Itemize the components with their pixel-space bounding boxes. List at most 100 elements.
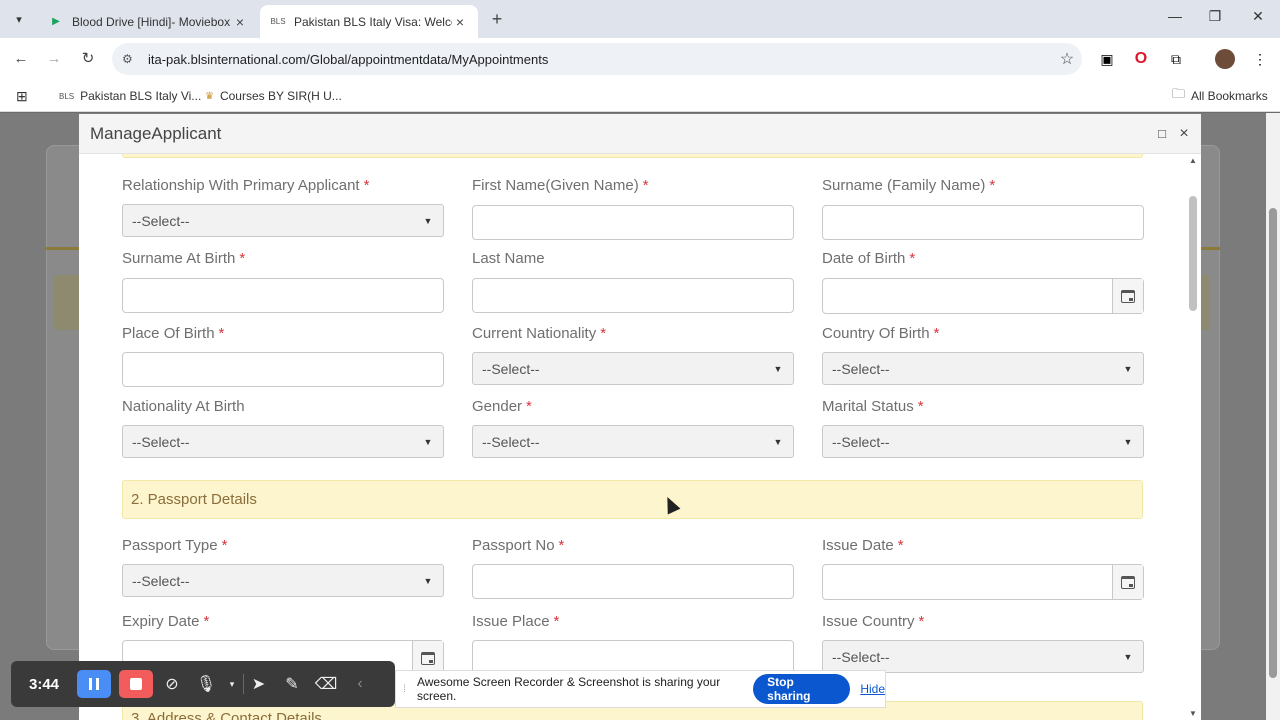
chevron-down-icon: ▼ bbox=[1123, 651, 1133, 662]
first-name-input[interactable] bbox=[472, 205, 794, 240]
modal-body: Relationship With Primary Applicant * Fir… bbox=[79, 154, 1179, 720]
nationality-birth-select[interactable]: --Select-- ▼ bbox=[122, 425, 444, 458]
stop-sharing-button[interactable]: Stop sharing bbox=[753, 674, 851, 704]
modal-scrollbar[interactable]: ▲ ▼ bbox=[1185, 154, 1201, 720]
bookmark-label: Pakistan BLS Italy Vi... bbox=[80, 89, 202, 103]
relationship-select[interactable]: --Select-- ▼ bbox=[122, 204, 444, 237]
passport-no-label: Passport No * bbox=[472, 537, 565, 554]
menu-kebab-icon[interactable]: ⋮ bbox=[1249, 48, 1271, 70]
bookmark-bls[interactable]: BLS Pakistan BLS Italy Vi... bbox=[59, 86, 201, 106]
surname-input[interactable] bbox=[822, 205, 1144, 240]
hide-link[interactable]: Hide bbox=[860, 682, 885, 696]
place-birth-label: Place Of Birth * bbox=[122, 325, 225, 342]
tab-bar: ▾ ▶ Blood Drive [Hindi]- Moviebox × BLS … bbox=[0, 0, 1280, 38]
pen-icon[interactable]: ✎ bbox=[277, 674, 307, 694]
mic-dropdown-icon[interactable]: ▾ bbox=[225, 679, 239, 690]
gender-select[interactable]: --Select-- ▼ bbox=[472, 425, 794, 458]
marital-label: Marital Status * bbox=[822, 398, 924, 415]
stop-button[interactable] bbox=[119, 670, 153, 698]
tab-search-chevron-icon[interactable]: ▾ bbox=[6, 6, 32, 32]
gender-label: Gender * bbox=[472, 398, 532, 415]
bls-favicon: BLS bbox=[270, 17, 286, 26]
recording-timer: 3:44 bbox=[28, 675, 60, 693]
calendar-icon[interactable] bbox=[1112, 565, 1143, 599]
play-icon: ▶ bbox=[52, 16, 60, 27]
tab-bls[interactable]: BLS Pakistan BLS Italy Visa: Welcom × bbox=[260, 5, 478, 38]
close-modal-icon[interactable]: × bbox=[1173, 125, 1195, 143]
page-scrollbar-thumb[interactable] bbox=[1269, 208, 1277, 678]
modal-header: ManageApplicant □ × bbox=[79, 114, 1201, 154]
stop-icon bbox=[130, 678, 142, 690]
address-bar[interactable]: ⚙ ita-pak.blsinternational.com/Global/ap… bbox=[112, 43, 1082, 75]
issue-date-input[interactable] bbox=[822, 564, 1144, 600]
modal-title: ManageApplicant bbox=[90, 123, 222, 143]
issue-date-label: Issue Date * bbox=[822, 537, 904, 554]
restore-icon[interactable]: ❐ bbox=[1200, 8, 1230, 25]
scroll-down-icon[interactable]: ▼ bbox=[1189, 709, 1197, 718]
eraser-icon[interactable]: ⌫ bbox=[311, 674, 341, 694]
passport-type-select[interactable]: --Select-- ▼ bbox=[122, 564, 444, 597]
close-tab-icon[interactable]: × bbox=[232, 14, 248, 30]
place-birth-input[interactable] bbox=[122, 352, 444, 387]
passport-no-input[interactable] bbox=[472, 564, 794, 599]
expiry-date-label: Expiry Date * bbox=[122, 613, 210, 630]
bookmark-star-icon[interactable]: ☆ bbox=[1052, 49, 1082, 69]
nationality-birth-label: Nationality At Birth bbox=[122, 398, 245, 415]
passport-type-label: Passport Type * bbox=[122, 537, 228, 554]
modal-scrollbar-thumb[interactable] bbox=[1189, 196, 1197, 311]
chevron-down-icon: ▼ bbox=[423, 436, 433, 447]
back-icon[interactable]: ← bbox=[10, 48, 32, 70]
apps-grid-icon[interactable]: ⊞ bbox=[16, 86, 28, 106]
forward-icon[interactable]: → bbox=[43, 48, 65, 70]
tab-title: Blood Drive [Hindi]- Moviebox bbox=[72, 14, 231, 29]
reload-icon[interactable]: ↻ bbox=[77, 48, 99, 70]
maximize-icon[interactable]: □ bbox=[1151, 126, 1173, 141]
minimize-icon[interactable]: — bbox=[1160, 8, 1190, 24]
url-text[interactable]: ita-pak.blsinternational.com/Global/appo… bbox=[148, 52, 1052, 67]
camera-off-icon[interactable]: ⊘ bbox=[157, 674, 187, 694]
chevron-down-icon: ▼ bbox=[423, 575, 433, 586]
bookmarks-bar: ⊞ BLS Pakistan BLS Italy Vi... ♛ Courses… bbox=[0, 80, 1280, 112]
drag-handle-icon[interactable]: ⁞ bbox=[396, 684, 413, 695]
dob-input[interactable] bbox=[822, 278, 1144, 314]
browser-toolbar: ← → ↻ ⚙ ita-pak.blsinternational.com/Glo… bbox=[0, 38, 1280, 80]
calendar-icon[interactable] bbox=[1112, 279, 1143, 313]
page-scrollbar[interactable] bbox=[1266, 113, 1280, 720]
puzzle-icon[interactable]: ⧉ bbox=[1165, 48, 1187, 70]
close-tab-icon[interactable]: × bbox=[452, 14, 468, 30]
marital-select[interactable]: --Select-- ▼ bbox=[822, 425, 1144, 458]
avatar[interactable] bbox=[1214, 48, 1236, 70]
pause-button[interactable] bbox=[77, 670, 111, 698]
collapse-chevron-icon[interactable]: ‹ bbox=[345, 675, 375, 693]
last-name-input[interactable] bbox=[472, 278, 794, 313]
issue-country-select[interactable]: --Select-- ▼ bbox=[822, 640, 1144, 673]
pause-icon bbox=[89, 678, 99, 690]
tab-title: Pakistan BLS Italy Visa: Welcom bbox=[294, 14, 452, 29]
chevron-down-icon: ▼ bbox=[1123, 436, 1133, 447]
screen-share-bar: ⁞ Awesome Screen Recorder & Screenshot i… bbox=[395, 670, 886, 708]
chevron-down-icon: ▼ bbox=[423, 215, 433, 226]
country-birth-select[interactable]: --Select-- ▼ bbox=[822, 352, 1144, 385]
country-birth-label: Country Of Birth * bbox=[822, 325, 940, 342]
close-window-icon[interactable]: ✕ bbox=[1243, 8, 1273, 25]
all-bookmarks-label: All Bookmarks bbox=[1191, 89, 1268, 103]
current-nationality-label: Current Nationality * bbox=[472, 325, 607, 342]
last-name-label: Last Name bbox=[472, 250, 545, 267]
all-bookmarks[interactable]: 🗀 All Bookmarks bbox=[1172, 86, 1268, 106]
extension-icon[interactable]: ▣ bbox=[1096, 48, 1118, 70]
section-header-personal bbox=[122, 154, 1143, 158]
surname-birth-label: Surname At Birth * bbox=[122, 250, 246, 267]
recorder-toolbar: 3:44 ⊘ 🎙 ▾ ➤ ✎ ⌫ ‹ bbox=[11, 661, 395, 707]
surname-birth-input[interactable] bbox=[122, 278, 444, 313]
pointer-icon[interactable]: ➤ bbox=[243, 674, 273, 694]
site-info-icon[interactable]: ⚙ bbox=[122, 52, 144, 66]
bls-favicon: BLS bbox=[59, 91, 75, 101]
new-tab-icon[interactable]: + bbox=[486, 8, 508, 30]
tab-moviebox[interactable]: ▶ Blood Drive [Hindi]- Moviebox × bbox=[38, 5, 258, 38]
bookmark-courses[interactable]: ♛ Courses BY SIR(H U... bbox=[205, 86, 342, 106]
scroll-up-icon[interactable]: ▲ bbox=[1189, 156, 1197, 165]
opera-icon[interactable]: O bbox=[1130, 48, 1152, 70]
current-nationality-select[interactable]: --Select-- ▼ bbox=[472, 352, 794, 385]
microphone-icon[interactable]: 🎙 bbox=[191, 674, 221, 694]
issue-place-label: Issue Place * bbox=[472, 613, 560, 630]
